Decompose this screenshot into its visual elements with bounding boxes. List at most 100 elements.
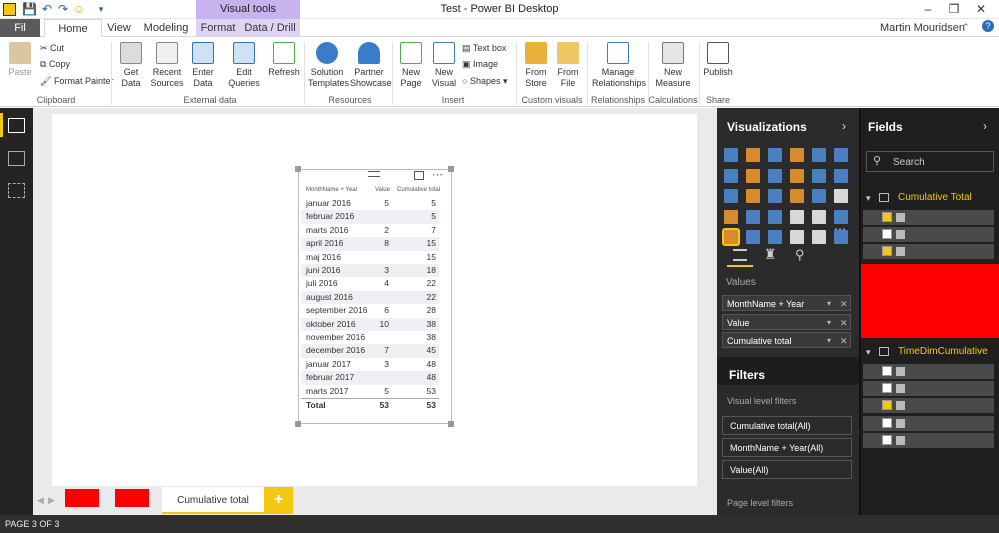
restore-icon[interactable]: ❐ <box>941 2 967 17</box>
report-view-icon[interactable] <box>8 118 25 133</box>
values-well-item[interactable]: Value ▾ ✕ <box>722 313 851 331</box>
resize-handle[interactable] <box>295 421 301 427</box>
filter-card[interactable]: Value(All) <box>722 460 852 479</box>
search-input[interactable] <box>866 151 994 172</box>
field-item[interactable] <box>863 364 994 379</box>
copy-button[interactable]: ⧉ Copy <box>40 58 70 70</box>
table-row[interactable]: december 2016 7 45 <box>301 344 439 358</box>
field-item[interactable] <box>863 432 994 448</box>
visualization-type-icon[interactable] <box>746 168 760 183</box>
table-row[interactable]: maj 2016 15 <box>301 251 439 264</box>
field-item[interactable] <box>863 244 994 260</box>
solution-templates-button[interactable]: Solution Templates <box>308 42 349 89</box>
fields-well-icon[interactable] <box>733 249 747 261</box>
next-page-icon[interactable]: ▶ <box>48 495 55 506</box>
new-measure-button[interactable]: New Measure <box>654 42 692 89</box>
table-row[interactable]: november 2016 38 <box>301 331 439 344</box>
collapse-ribbon-icon[interactable]: ⌃ <box>962 22 970 33</box>
table-row[interactable]: januar 2017 3 48 <box>301 358 439 371</box>
visualization-type-icon[interactable] <box>746 209 760 224</box>
shapes-button[interactable]: ○ Shapes ▾ <box>462 75 508 87</box>
checkbox[interactable] <box>882 383 892 394</box>
visualization-type-icon[interactable] <box>812 230 826 244</box>
table-row[interactable]: august 2016 22 <box>301 290 439 305</box>
field-item[interactable] <box>863 210 994 225</box>
visualization-type-icon[interactable] <box>790 209 804 224</box>
add-page-button[interactable]: + <box>264 487 293 514</box>
field-item[interactable] <box>863 398 994 414</box>
manage-relationships-button[interactable]: Manage Relationships <box>592 42 646 89</box>
dropdown-icon[interactable]: ▾ <box>827 333 831 349</box>
table-row[interactable]: september 2016 6 28 <box>301 304 439 317</box>
table-expand-icon[interactable]: ▾ <box>866 193 871 204</box>
text-box-button[interactable]: ▤ Text box <box>462 42 506 54</box>
from-store-button[interactable]: From Store <box>522 42 550 89</box>
column-header[interactable]: Value <box>375 187 390 193</box>
visualization-type-icon[interactable] <box>722 228 740 246</box>
column-header[interactable]: MonthName + Year <box>306 187 358 193</box>
remove-icon[interactable]: ✕ <box>840 296 848 312</box>
dropdown-icon[interactable]: ▾ <box>827 315 831 331</box>
more-visuals-icon[interactable]: ⋯ <box>834 222 846 236</box>
checkbox[interactable] <box>882 246 892 257</box>
visualization-type-icon[interactable] <box>812 148 826 162</box>
chevron-right-icon[interactable]: › <box>983 119 987 133</box>
tab-home[interactable]: Home <box>44 19 102 38</box>
page-tab-cumulative[interactable]: Cumulative total <box>162 487 264 514</box>
get-data-button[interactable]: Get Data <box>118 42 144 89</box>
table-row[interactable]: januar 2016 5 5 <box>301 197 439 210</box>
visualization-type-icon[interactable] <box>746 230 760 244</box>
remove-icon[interactable]: ✕ <box>840 333 848 349</box>
relationships-view-icon[interactable] <box>8 183 25 198</box>
visualization-type-icon[interactable] <box>790 230 804 244</box>
visualization-type-icon[interactable] <box>790 148 804 162</box>
visualization-type-icon[interactable] <box>768 168 782 183</box>
visualization-type-icon[interactable] <box>790 189 804 203</box>
from-file-button[interactable]: From File <box>554 42 582 89</box>
new-page-button[interactable]: New Page <box>397 42 425 89</box>
visualization-type-icon[interactable] <box>768 209 782 224</box>
visualization-type-icon[interactable] <box>834 168 848 183</box>
chevron-right-icon[interactable]: › <box>842 119 846 133</box>
values-well-item[interactable]: MonthName + Year ▾ ✕ <box>722 295 851 311</box>
remove-icon[interactable]: ✕ <box>840 315 848 331</box>
table-row[interactable]: marts 2016 2 7 <box>301 224 439 237</box>
data-view-icon[interactable] <box>8 151 25 166</box>
table-row[interactable]: juni 2016 3 18 <box>301 264 439 278</box>
field-table-name[interactable]: TimeDimCumulative <box>898 346 988 357</box>
more-options-icon[interactable]: ⋯ <box>432 168 443 181</box>
visualization-type-icon[interactable] <box>768 230 782 244</box>
refresh-button[interactable]: Refresh <box>268 42 300 78</box>
help-icon[interactable]: ? <box>982 20 994 32</box>
close-icon[interactable]: ✕ <box>968 2 994 17</box>
checkbox[interactable] <box>882 229 892 240</box>
visualization-type-icon[interactable] <box>812 168 826 183</box>
paint-roller-icon[interactable]: ♜ <box>764 246 777 263</box>
field-item[interactable] <box>863 415 994 431</box>
visualization-type-icon[interactable] <box>724 148 738 162</box>
table-row[interactable]: februar 2017 48 <box>301 371 439 385</box>
table-row[interactable]: april 2016 8 15 <box>301 237 439 251</box>
table-expand-icon[interactable]: ▾ <box>866 347 871 358</box>
resize-handle[interactable] <box>295 166 301 172</box>
visualization-type-icon[interactable] <box>812 189 826 203</box>
visualization-type-icon[interactable] <box>746 148 760 162</box>
checkbox[interactable] <box>882 434 892 445</box>
visualization-type-icon[interactable] <box>768 189 782 203</box>
cut-button[interactable]: ✂ Cut <box>40 42 64 54</box>
filter-card[interactable]: Cumulative total(All) <box>722 416 852 435</box>
new-visual-button[interactable]: New Visual <box>430 42 458 89</box>
dropdown-icon[interactable]: ▾ <box>827 296 831 312</box>
image-button[interactable]: ▣ Image <box>462 58 498 70</box>
field-table-name[interactable]: Cumulative Total <box>898 192 972 203</box>
tab-data-drill[interactable]: Data / Drill <box>240 19 300 37</box>
resize-handle[interactable] <box>448 166 454 172</box>
field-item[interactable] <box>863 381 994 397</box>
partner-showcase-button[interactable]: Partner Showcase <box>350 42 392 89</box>
table-row[interactable]: februar 2016 5 <box>301 210 439 224</box>
visualization-type-icon[interactable] <box>724 209 738 224</box>
page-tab-redacted[interactable] <box>65 489 99 507</box>
visualization-type-icon[interactable] <box>724 189 738 203</box>
page-tab-redacted[interactable] <box>115 489 149 507</box>
tab-format[interactable]: Format <box>196 19 240 37</box>
